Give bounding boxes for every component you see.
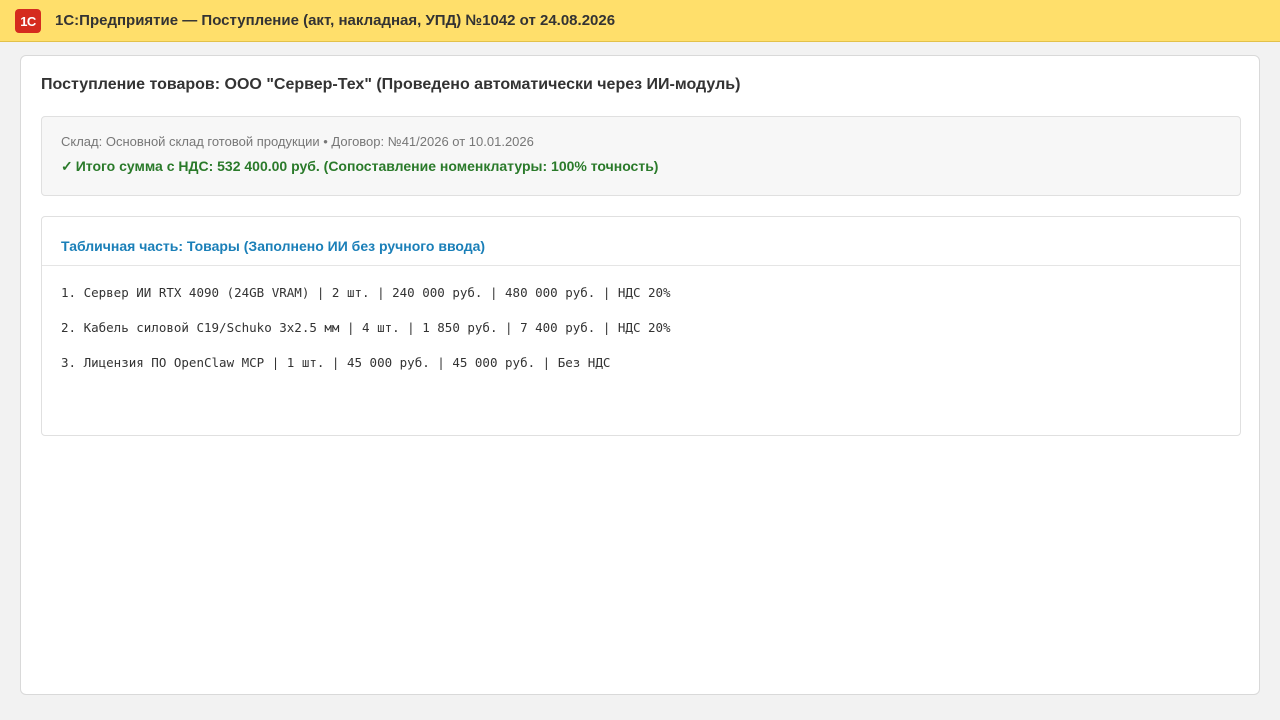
goods-row[interactable]: 1. Сервер ИИ RTX 4090 (24GB VRAM) | 2 шт… — [61, 285, 671, 320]
window-titlebar: 1С 1С:Предприятие — Поступление (акт, на… — [0, 0, 1280, 42]
goods-row[interactable]: 2. Кабель силовой C19/Schuko 3x2.5 мм | … — [61, 320, 671, 355]
total-amount-text: Итого сумма с НДС: 532 400.00 руб. (Сопо… — [75, 158, 659, 174]
app-logo-icon: 1С — [15, 9, 41, 33]
window-title: 1С:Предприятие — Поступление (акт, накла… — [55, 12, 616, 29]
goods-table-section: Табличная часть: Товары (Заполнено ИИ бе… — [41, 216, 1241, 436]
warehouse-contract-info: Склад: Основной склад готовой продукции … — [61, 134, 534, 149]
goods-table-header: Табличная часть: Товары (Заполнено ИИ бе… — [42, 217, 1240, 266]
document-heading: Поступление товаров: ООО "Сервер-Тех" (П… — [41, 76, 741, 93]
goods-row[interactable]: 3. Лицензия ПО OpenClaw MCP | 1 шт. | 45… — [61, 355, 671, 390]
goods-list: 1. Сервер ИИ RTX 4090 (24GB VRAM) | 2 шт… — [61, 285, 671, 390]
total-amount-status: ✓ Итого сумма с НДС: 532 400.00 руб. (Соп… — [61, 158, 658, 175]
check-icon: ✓ — [61, 158, 73, 174]
document-info-panel: Склад: Основной склад готовой продукции … — [41, 116, 1241, 196]
goods-table-title: Табличная часть: Товары (Заполнено ИИ бе… — [61, 238, 486, 254]
document-form: Поступление товаров: ООО "Сервер-Тех" (П… — [20, 55, 1260, 695]
